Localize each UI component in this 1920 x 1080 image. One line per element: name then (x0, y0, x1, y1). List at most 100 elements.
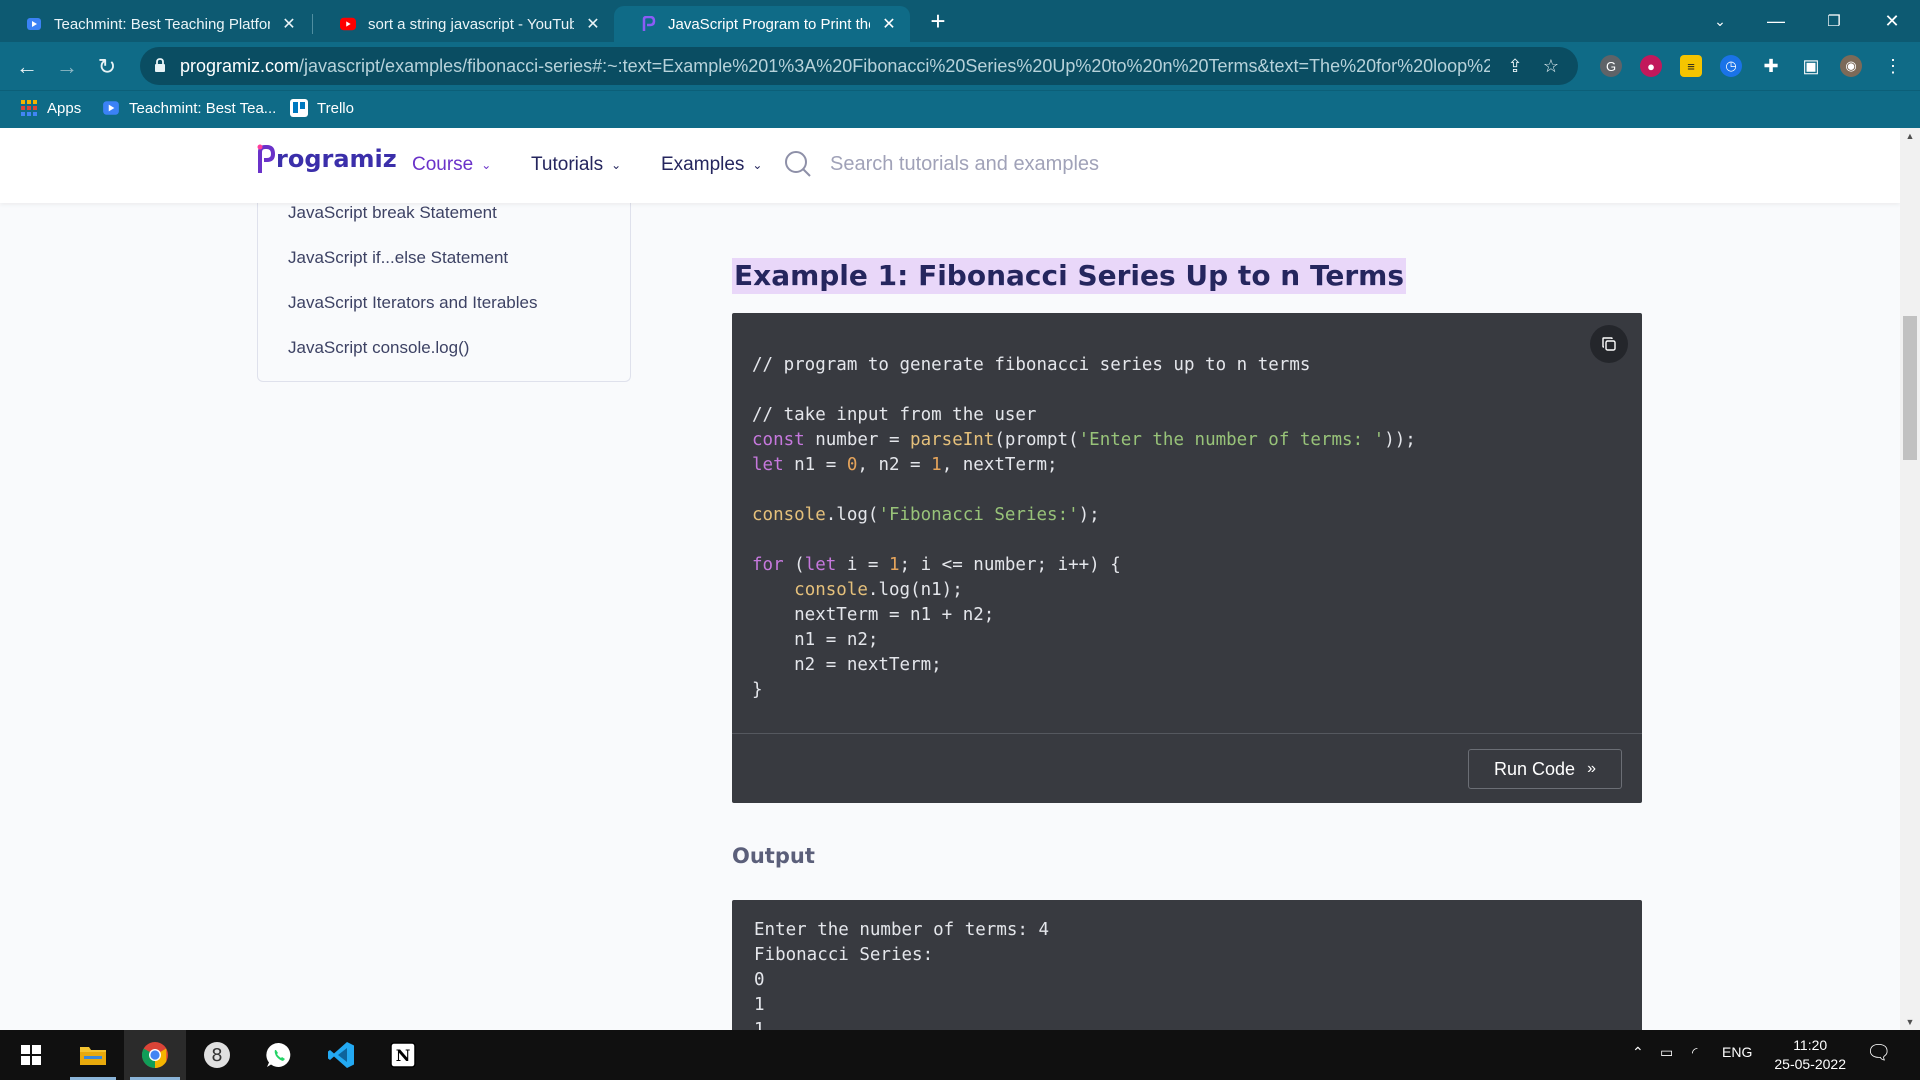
forward-button[interactable]: → (50, 50, 84, 84)
chevron-down-icon: ⌄ (611, 158, 622, 172)
page-scrollbar[interactable]: ▲ ▼ (1900, 128, 1920, 1030)
notifications-icon[interactable]: 🗨 (1866, 1040, 1891, 1065)
code-comment: // take input from the user (752, 405, 1037, 425)
copy-icon (1602, 337, 1616, 351)
site-search (784, 150, 1250, 178)
bookmark-label: Apps (47, 99, 82, 117)
code-block: // program to generate fibonacci series … (732, 313, 1642, 803)
lock-icon (154, 57, 166, 73)
trello-icon (290, 99, 308, 117)
search-input[interactable] (830, 152, 1250, 176)
nav-label: Course (412, 154, 474, 175)
teachmint-icon (102, 99, 120, 117)
tray-chevron-up-icon[interactable]: ⌃ (1632, 1044, 1644, 1061)
tab-search-icon[interactable]: ⌄ (1690, 0, 1750, 42)
svg-text:8: 8 (211, 1045, 222, 1066)
whatsapp-icon (266, 1042, 291, 1067)
tab-programiz-active[interactable]: JavaScript Program to Print the Fibonacc… (614, 6, 910, 42)
share-icon[interactable]: ⇪ (1504, 56, 1526, 78)
code-string: 'Enter the number of terms: ' (1078, 430, 1385, 450)
programiz-logo[interactable]: rogramiz (257, 144, 397, 174)
nav-label: Examples (661, 154, 745, 175)
bookmark-label: Trello (317, 99, 354, 117)
wifi-icon[interactable]: ◜ (1692, 1044, 1697, 1061)
taskbar-vscode[interactable] (310, 1030, 372, 1080)
tab-bar: Teachmint: Best Teaching Platform ✕ sort… (0, 0, 1920, 42)
recorder-extension-icon[interactable]: ● (1640, 55, 1662, 77)
teachmint-icon (26, 16, 42, 32)
taskbar-chrome[interactable] (124, 1030, 186, 1080)
sidebar-link[interactable]: JavaScript break Statement (288, 203, 497, 223)
taskbar-clock[interactable]: 11:20 25-05-2022 (1774, 1036, 1846, 1074)
back-button[interactable]: ← (10, 50, 44, 84)
taskbar-app-8[interactable]: 8 (186, 1030, 248, 1080)
language-indicator[interactable]: ENG (1722, 1044, 1752, 1060)
copy-code-button[interactable] (1590, 325, 1628, 363)
double-chevron-right-icon: » (1587, 760, 1596, 777)
close-tab-icon[interactable]: ✕ (280, 14, 298, 34)
eight-app-icon: 8 (204, 1042, 230, 1068)
close-tab-icon[interactable]: ✕ (880, 14, 898, 34)
extensions-puzzle-icon[interactable]: ✚ (1760, 55, 1782, 77)
url-path: /javascript/examples/fibonacci-series#:~… (299, 55, 1490, 76)
sidebar-link[interactable]: JavaScript console.log() (288, 338, 469, 358)
run-code-button[interactable]: Run Code » (1468, 749, 1622, 789)
sidebar-link[interactable]: JavaScript Iterators and Iterables (288, 293, 537, 313)
output-content: Enter the number of terms: 4 Fibonacci S… (754, 918, 1049, 1030)
sidebar-link[interactable]: JavaScript if...else Statement (288, 248, 508, 268)
restore-button[interactable]: ❐ (1804, 0, 1864, 42)
notion-icon: N (390, 1042, 416, 1068)
tab-youtube[interactable]: sort a string javascript - YouTube ✕ (314, 6, 614, 42)
programiz-icon (640, 16, 656, 32)
nav-course[interactable]: Course ⌄ (412, 154, 491, 176)
close-tab-icon[interactable]: ✕ (584, 14, 602, 34)
scrollbar-thumb[interactable] (1903, 316, 1917, 460)
clock-time: 11:20 (1793, 1037, 1828, 1053)
menu-kebab-icon[interactable]: ⋮ (1882, 55, 1904, 77)
side-panel-icon[interactable]: ▣ (1800, 55, 1822, 77)
minimize-button[interactable]: — (1746, 0, 1806, 42)
run-code-label: Run Code (1494, 758, 1576, 779)
reload-button[interactable]: ↻ (90, 50, 124, 84)
bookmark-apps[interactable]: Apps (20, 99, 81, 117)
tab-title: JavaScript Program to Print the Fibonacc… (668, 15, 870, 33)
clock-extension-icon[interactable]: ◷ (1720, 55, 1742, 77)
scroll-down-arrow-icon[interactable]: ▼ (1900, 1014, 1920, 1030)
scroll-up-arrow-icon[interactable]: ▲ (1900, 128, 1920, 144)
chrome-icon (141, 1042, 168, 1069)
address-bar[interactable]: programiz.com/javascript/examples/fibona… (140, 47, 1578, 85)
nav-tutorials[interactable]: Tutorials ⌄ (531, 154, 621, 176)
search-icon[interactable] (784, 150, 812, 178)
code-string: 'Fibonacci Series:' (878, 505, 1079, 525)
output-line: 1 (754, 1020, 765, 1030)
taskbar-whatsapp[interactable] (248, 1030, 310, 1080)
example-heading: Example 1: Fibonacci Series Up to n Term… (732, 258, 1407, 294)
profile-avatar[interactable]: ◉ (1840, 55, 1862, 77)
windows-logo-icon (21, 1045, 41, 1065)
programiz-logo-icon (257, 144, 275, 173)
output-heading: Output (732, 844, 815, 868)
code-content[interactable]: // program to generate fibonacci series … (752, 353, 1416, 703)
close-window-button[interactable]: ✕ (1862, 0, 1920, 42)
url-text: programiz.com/javascript/examples/fibona… (180, 56, 1490, 77)
bookmark-star-icon[interactable]: ☆ (1540, 56, 1562, 78)
taskbar-file-explorer[interactable] (62, 1030, 124, 1080)
tab-title: Teachmint: Best Teaching Platform (54, 15, 270, 33)
nav-examples[interactable]: Examples ⌄ (661, 154, 762, 176)
output-line: 1 (754, 995, 765, 1015)
youtube-icon (340, 16, 356, 32)
new-tab-button[interactable]: + (922, 6, 954, 38)
nav-label: Tutorials (531, 154, 604, 175)
battery-icon[interactable]: ▭ (1660, 1044, 1673, 1061)
output-line: Fibonacci Series: (754, 945, 934, 965)
tab-teachmint[interactable]: Teachmint: Best Teaching Platform ✕ (0, 6, 310, 42)
grammarly-extension-icon[interactable]: G (1600, 55, 1622, 77)
chevron-down-icon: ⌄ (481, 158, 492, 172)
apps-grid-icon (20, 99, 38, 117)
bookmark-trello[interactable]: Trello (290, 99, 354, 117)
bookmark-teachmint[interactable]: Teachmint: Best Tea... (102, 99, 276, 117)
windows-start-button[interactable] (0, 1030, 62, 1080)
svg-text:N: N (396, 1046, 411, 1065)
notes-extension-icon[interactable]: ≡ (1680, 55, 1702, 77)
taskbar-notion[interactable]: N (372, 1030, 434, 1080)
